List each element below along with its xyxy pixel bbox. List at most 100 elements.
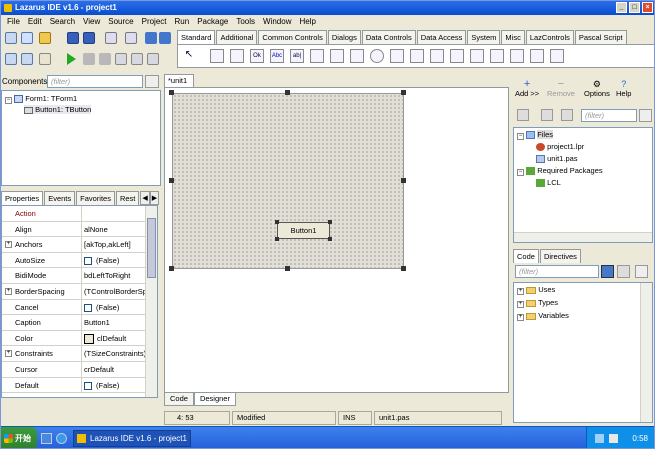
property-row-color[interactable]: Color clDefault	[2, 330, 145, 347]
property-row-borderspacing[interactable]: + BorderSpacing (TControlBorderSp	[2, 284, 146, 300]
property-value[interactable]: [akTop,akLeft]	[84, 237, 146, 252]
run-icon[interactable]	[67, 53, 76, 65]
menu-help[interactable]: Help	[295, 15, 319, 28]
palette-tab-lazcontrols[interactable]: LazControls	[525, 30, 574, 44]
jump-forward-icon[interactable]	[159, 32, 171, 44]
property-checkbox[interactable]	[84, 256, 92, 265]
tab-restricted[interactable]: Rest	[115, 191, 140, 205]
property-row-caption[interactable]: Caption Button1	[2, 315, 145, 331]
tab-favorites[interactable]: Favorites	[76, 191, 115, 205]
radiogroup-icon[interactable]	[470, 49, 484, 63]
property-row-bidimode[interactable]: BidiMode bdLeftToRight	[2, 268, 145, 284]
menu-search[interactable]: Search	[46, 15, 79, 28]
tree-item-required-packages[interactable]: − Required Packages	[517, 166, 603, 176]
radio-button-icon[interactable]	[370, 49, 384, 63]
scroll-thumb[interactable]	[147, 218, 156, 278]
checkgroup-icon[interactable]	[490, 49, 504, 63]
menu-tools[interactable]: Tools	[232, 15, 259, 28]
menu-source[interactable]: Source	[104, 15, 137, 28]
collapse-icon[interactable]: −	[5, 97, 12, 104]
resize-handle[interactable]	[169, 266, 174, 271]
expand-icon[interactable]: +	[517, 288, 524, 295]
save-all-icon[interactable]	[83, 32, 95, 44]
options-icon[interactable]	[617, 265, 630, 278]
palette-tab-common-controls[interactable]: Common Controls	[258, 30, 327, 44]
palette-tab-dialogs[interactable]: Dialogs	[327, 30, 361, 44]
step-into-icon[interactable]	[115, 53, 127, 65]
tab-scroll-left-icon[interactable]: ◀	[140, 191, 150, 205]
code-explorer-scrollbar[interactable]	[640, 283, 652, 422]
palette-tab-misc[interactable]: Misc	[501, 30, 525, 44]
close-button[interactable]: ×	[642, 2, 653, 13]
tree-item-project1-lpr[interactable]: project1.lpr	[536, 142, 584, 152]
designed-form[interactable]	[172, 93, 404, 269]
pointer-icon[interactable]: ↖	[182, 49, 196, 63]
step-out-icon[interactable]	[147, 53, 159, 65]
code-filter-input[interactable]: (filter)	[515, 265, 599, 278]
tab-code-explorer-directives[interactable]: Directives	[539, 249, 581, 263]
tree-item-button1[interactable]: Button1: TButton	[24, 105, 92, 114]
new-unit-icon[interactable]	[5, 32, 17, 44]
tab-code-explorer-code[interactable]: Code	[513, 249, 539, 263]
components-filter-input[interactable]: (filter)	[47, 75, 143, 88]
property-row-cursor[interactable]: Cursor crDefault	[2, 362, 145, 378]
popup-menu-icon[interactable]	[230, 49, 244, 63]
expand-icon[interactable]: +	[517, 314, 524, 321]
button-resize-handle[interactable]	[328, 237, 332, 241]
minimize-button[interactable]: _	[616, 2, 627, 13]
designed-button1[interactable]: Button1	[277, 222, 330, 239]
tab-code[interactable]: Code	[164, 393, 194, 406]
button-resize-handle[interactable]	[275, 237, 279, 241]
project-filter-input[interactable]: (filter)	[581, 109, 637, 122]
button-icon[interactable]: Ok	[250, 49, 264, 63]
tree-item-form1[interactable]: − Form1: TForm1	[5, 94, 77, 104]
ie-icon[interactable]	[56, 433, 67, 444]
resize-handle[interactable]	[401, 266, 406, 271]
view-forms-icon[interactable]	[5, 53, 17, 65]
property-value[interactable]: (TSizeConstraints)	[84, 346, 146, 361]
build-mode-icon[interactable]	[39, 53, 51, 65]
maximize-button[interactable]: □	[629, 2, 640, 13]
expand-icon[interactable]: +	[5, 350, 12, 358]
expand-icon[interactable]: +	[5, 241, 12, 249]
collapse-icon[interactable]: −	[517, 169, 524, 176]
add-button[interactable]: + Add >>	[515, 79, 539, 99]
menu-file[interactable]: File	[3, 15, 24, 28]
combobox-icon[interactable]	[410, 49, 424, 63]
open-file-icon[interactable]	[517, 109, 529, 121]
new-form-icon[interactable]	[21, 32, 33, 44]
expand-icon[interactable]: +	[5, 288, 12, 295]
toggle-box-icon[interactable]	[330, 49, 344, 63]
clear-filter-icon[interactable]	[145, 75, 159, 88]
property-value[interactable]: Button1	[84, 315, 146, 330]
resize-handle[interactable]	[285, 90, 290, 95]
property-checkbox[interactable]	[84, 303, 92, 312]
label-icon[interactable]: Abc	[270, 49, 284, 63]
expand-icon[interactable]: +	[517, 301, 524, 308]
collapse-icon[interactable]: −	[517, 133, 524, 140]
listbox-icon[interactable]	[390, 49, 404, 63]
stop-icon[interactable]	[99, 53, 111, 65]
palette-tab-standard[interactable]: Standard	[177, 30, 216, 44]
tab-designer[interactable]: Designer	[193, 393, 236, 406]
toggle-form-icon[interactable]	[105, 32, 117, 44]
menu-window[interactable]: Window	[259, 15, 295, 28]
edit-icon[interactable]: ab|	[290, 49, 304, 63]
property-row-action[interactable]: Action	[2, 206, 145, 222]
property-value[interactable]: alNone	[84, 222, 146, 237]
sort-icon[interactable]	[541, 109, 553, 121]
tree-item-lcl[interactable]: LCL	[536, 178, 561, 188]
palette-tab-system[interactable]: System	[467, 30, 501, 44]
new-project-icon[interactable]	[21, 53, 33, 65]
open-icon[interactable]	[39, 32, 51, 44]
resize-handle[interactable]	[401, 178, 406, 183]
main-menu-icon[interactable]	[210, 49, 224, 63]
palette-tab-data-controls[interactable]: Data Controls	[361, 30, 416, 44]
pause-icon[interactable]	[83, 53, 95, 65]
project-tree-hscrollbar[interactable]	[514, 232, 652, 242]
start-button[interactable]: 开始	[1, 427, 37, 448]
menu-package[interactable]: Package	[193, 15, 232, 28]
property-grid-scrollbar[interactable]	[145, 206, 157, 397]
menu-run[interactable]: Run	[171, 15, 194, 28]
resize-handle[interactable]	[401, 90, 406, 95]
